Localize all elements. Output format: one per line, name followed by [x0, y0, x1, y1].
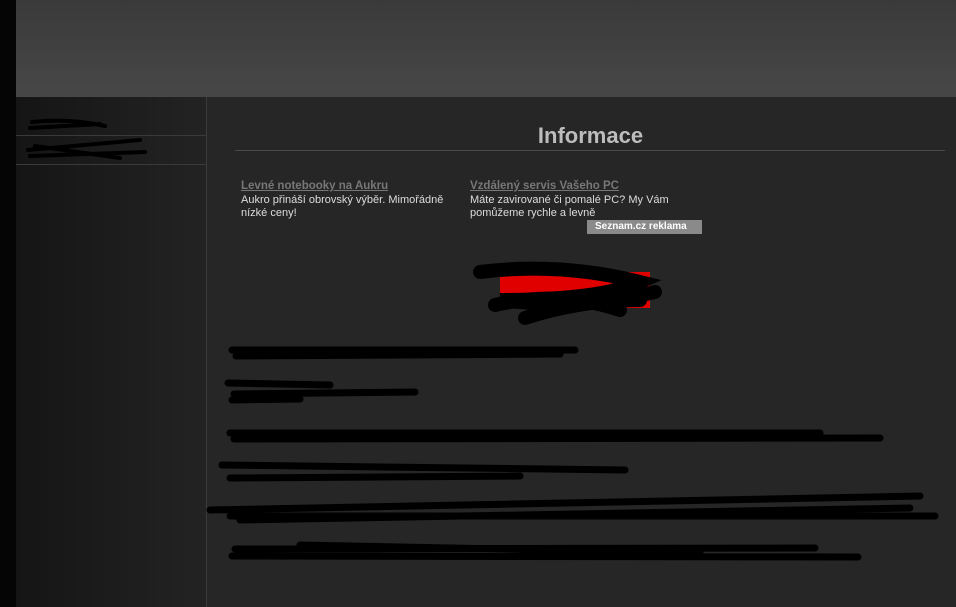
redaction-scribbles	[26, 118, 939, 561]
